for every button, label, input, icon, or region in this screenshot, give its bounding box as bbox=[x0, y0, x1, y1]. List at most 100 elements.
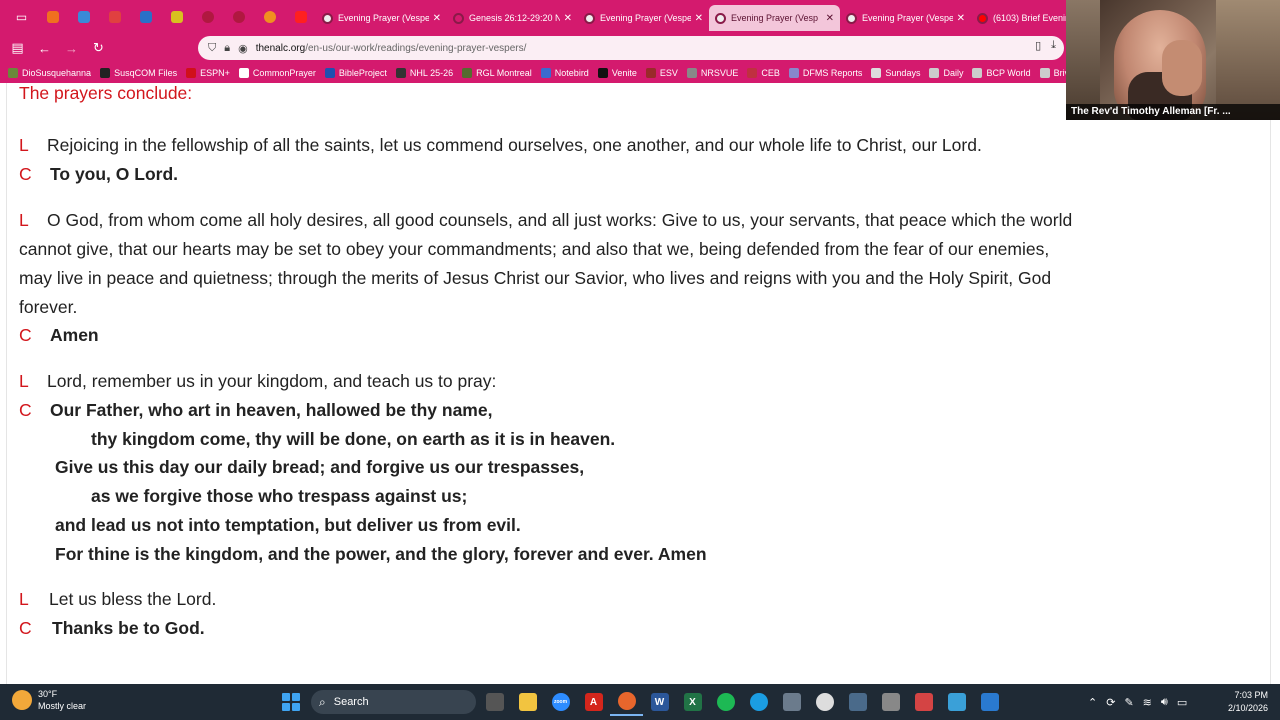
taskbar-app-firefox[interactable] bbox=[610, 688, 643, 716]
pinned-tab-bookmark[interactable] bbox=[37, 0, 68, 33]
pen-icon[interactable]: ✎ bbox=[1124, 696, 1133, 709]
browser-tab[interactable]: Genesis 26:12-29:20 N ✕ bbox=[447, 5, 578, 31]
downloads-icon[interactable]: ⤓ bbox=[1051, 39, 1056, 52]
bookmark-item[interactable]: ESV bbox=[645, 68, 678, 78]
bookmark-label: Daily bbox=[943, 68, 964, 78]
lock-icon[interactable]: 🔒︎ bbox=[224, 42, 230, 55]
webcam-nameplate: The Rev'd Timothy Alleman [Fr. ... bbox=[1066, 104, 1280, 120]
zoom-icon: zoom bbox=[551, 693, 570, 711]
bookmark-item[interactable]: NHL 25-26 bbox=[395, 68, 454, 78]
edge-icon bbox=[749, 693, 768, 711]
browser-tab[interactable]: Evening Prayer (Vesper ✕ bbox=[578, 5, 709, 31]
site-info-icon[interactable]: ◉ bbox=[238, 42, 248, 55]
pinned-tab-puzzle[interactable] bbox=[68, 0, 99, 33]
congregation-marker: C bbox=[19, 164, 32, 184]
bookmark-item[interactable]: Sundays bbox=[871, 68, 920, 78]
tab-title: Evening Prayer (Vesper bbox=[338, 13, 429, 23]
tab-favicon-icon bbox=[715, 12, 726, 24]
chevron-up-icon[interactable]: ⌃ bbox=[1088, 696, 1097, 709]
notepad-icon bbox=[947, 693, 966, 711]
taskbar-app-task-view[interactable] bbox=[478, 688, 511, 716]
close-tab-icon[interactable]: ✕ bbox=[695, 13, 703, 24]
taskbar-clock[interactable]: 7:03 PM 2/10/2026 bbox=[1228, 689, 1268, 715]
bookmark-favicon-icon bbox=[686, 68, 697, 78]
bookmark-label: Venite bbox=[611, 68, 637, 78]
bookmark-item[interactable]: CommonPrayer bbox=[238, 68, 316, 78]
liturgy-text-line: Lord, remember us in your kingdom, and t… bbox=[47, 371, 497, 391]
taskbar-app-edge[interactable] bbox=[742, 688, 775, 716]
pinned-tab-circle-b[interactable] bbox=[223, 0, 254, 33]
pinned-tab-youtube[interactable] bbox=[285, 0, 316, 33]
pinned-tab-flame[interactable] bbox=[254, 0, 285, 33]
volume-icon[interactable]: 🔊︎ bbox=[1161, 696, 1168, 709]
taskbar-app-word[interactable]: W bbox=[643, 688, 676, 716]
bookmark-label: NHL 25-26 bbox=[409, 68, 454, 78]
bookmark-item[interactable]: NRSVUE bbox=[686, 68, 738, 78]
tab-title: Evening Prayer (Vesp bbox=[731, 13, 819, 23]
bookmark-item[interactable]: SusqCOM Files bbox=[100, 68, 177, 78]
pinned-tab-chart[interactable] bbox=[99, 0, 130, 33]
bookmark-item[interactable]: BCP World bbox=[972, 68, 1031, 78]
forward-button[interactable]: → bbox=[58, 33, 85, 63]
pinned-tab-calendar[interactable] bbox=[130, 0, 161, 33]
url-actions: ▯ ⤓ bbox=[1035, 39, 1056, 52]
bookmark-item[interactable]: RGL Montreal bbox=[462, 68, 532, 78]
taskbar-app-spotify[interactable] bbox=[709, 688, 742, 716]
weather-widget[interactable]: 30°F Mostly clear bbox=[12, 688, 86, 712]
tab-bar-left-icons: ▭ bbox=[0, 0, 316, 33]
address-bar[interactable]: ⛉ 🔒︎ ◉ thenalc.org/en-us/our-work/readin… bbox=[198, 36, 1064, 60]
taskbar-app-settings[interactable] bbox=[874, 688, 907, 716]
bookmark-favicon-icon bbox=[972, 68, 983, 78]
taskbar-app-clock[interactable] bbox=[808, 688, 841, 716]
pinned-tab-maps[interactable] bbox=[161, 0, 192, 33]
browser-tab[interactable]: Evening Prayer (Vesp ✕ bbox=[709, 5, 840, 31]
taskbar-app-calculator[interactable] bbox=[775, 688, 808, 716]
sidebar-toggle-icon[interactable]: ▤ bbox=[4, 33, 31, 63]
bookmark-item[interactable]: BibleProject bbox=[324, 68, 387, 78]
bookmark-item[interactable]: ESPN+ bbox=[186, 68, 230, 78]
search-icon: ⌕ bbox=[319, 694, 326, 709]
bookmark-item[interactable]: DFMS Reports bbox=[788, 68, 862, 78]
sync-icon[interactable]: ⟳ bbox=[1106, 696, 1115, 709]
webcam-background-right bbox=[1216, 0, 1280, 120]
bookmark-item[interactable]: Notebird bbox=[540, 68, 589, 78]
taskbar-search[interactable]: ⌕ Search bbox=[311, 690, 476, 714]
taskbar-app-zoom[interactable]: zoom bbox=[544, 688, 577, 716]
bookmark-item[interactable]: Daily bbox=[929, 68, 963, 78]
close-tab-icon[interactable]: ✕ bbox=[957, 13, 965, 24]
taskbar-app-acrobat[interactable]: A bbox=[577, 688, 610, 716]
close-tab-icon[interactable]: ✕ bbox=[433, 13, 441, 24]
wifi-icon[interactable]: ≋ bbox=[1143, 696, 1152, 709]
bookmark-item[interactable]: CEB bbox=[747, 68, 780, 78]
reload-button[interactable]: ↻ bbox=[85, 33, 112, 63]
browser-tab[interactable]: Evening Prayer (Vesper ✕ bbox=[316, 5, 447, 31]
back-button[interactable]: ← bbox=[31, 33, 58, 63]
start-button[interactable] bbox=[282, 693, 300, 711]
tab-list-icon[interactable]: ▭ bbox=[6, 0, 37, 33]
shield-icon[interactable]: ⛉ bbox=[208, 42, 216, 55]
taskbar-app-notepad[interactable] bbox=[940, 688, 973, 716]
close-tab-icon[interactable]: ✕ bbox=[826, 13, 834, 24]
congregation-response-line: Give us this day our daily bread; and fo… bbox=[55, 457, 585, 477]
congregation-response-line: thy kingdom come, thy will be done, on e… bbox=[91, 429, 616, 449]
congregation-marker: C bbox=[19, 618, 32, 638]
taskbar-app-excel[interactable]: X bbox=[676, 688, 709, 716]
tab-title: Genesis 26:12-29:20 N bbox=[469, 13, 560, 23]
bookmark-favicon-icon bbox=[238, 68, 249, 78]
reader-view-icon[interactable]: ▯ bbox=[1035, 39, 1041, 52]
liturgy-text-line: cannot give, that our hearts may be set … bbox=[19, 239, 1050, 259]
liturgy-text-line: Rejoicing in the fellowship of all the s… bbox=[47, 135, 982, 155]
weather-temperature: 30°F bbox=[38, 689, 58, 699]
app-red-icon bbox=[914, 693, 933, 711]
pinned-tab-circle-a[interactable] bbox=[192, 0, 223, 33]
bookmark-item[interactable]: Venite bbox=[597, 68, 637, 78]
bookmark-label: BCP World bbox=[986, 68, 1031, 78]
close-tab-icon[interactable]: ✕ bbox=[564, 13, 572, 24]
taskbar-app-app-blue[interactable] bbox=[973, 688, 1006, 716]
taskbar-app-file-explorer[interactable] bbox=[511, 688, 544, 716]
browser-tab[interactable]: Evening Prayer (Vesper ✕ bbox=[840, 5, 971, 31]
bookmark-item[interactable]: DioSusquehanna bbox=[8, 68, 91, 78]
taskbar-app-app-red[interactable] bbox=[907, 688, 940, 716]
battery-icon[interactable]: ▭ bbox=[1177, 696, 1187, 709]
taskbar-app-monitor[interactable] bbox=[841, 688, 874, 716]
